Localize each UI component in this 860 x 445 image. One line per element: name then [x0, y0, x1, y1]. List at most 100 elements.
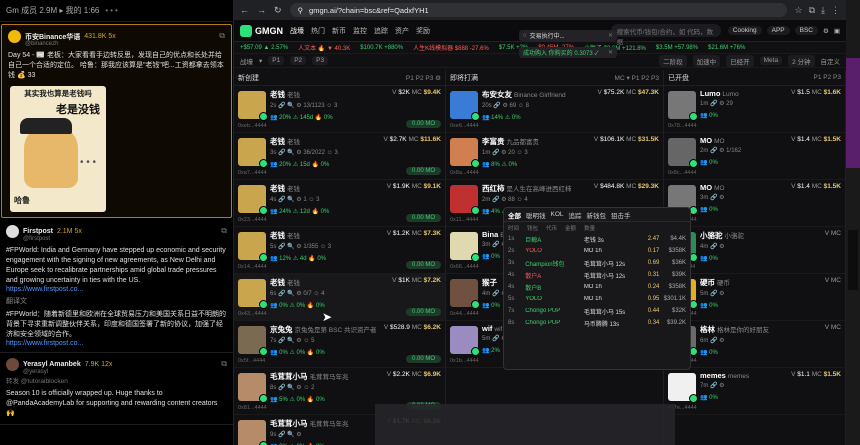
- post-image-meme[interactable]: 其实我也算是老钱吗 老是没钱 • • • 哈鲁: [10, 86, 106, 212]
- back-icon[interactable]: ←: [240, 5, 249, 15]
- token-name[interactable]: 硬币 硬币: [700, 277, 821, 288]
- token-name[interactable]: 李富贵 九品都富贵: [482, 136, 590, 147]
- token-address[interactable]: 0xe6...4444: [450, 123, 479, 129]
- token-row[interactable]: 老钱 老钱 3s 🔗 🔍 ⚙ 36/2022 ☺ 3 👥 20% ⚠ 15d 🔥 0%…: [234, 133, 445, 180]
- token-image[interactable]: [238, 232, 268, 262]
- wallet-icon[interactable]: ▣: [834, 27, 840, 35]
- popup-tab[interactable]: 新钱包: [587, 210, 607, 220]
- filter-stage2[interactable]: 二阶段: [659, 54, 687, 67]
- token-name[interactable]: 毛茸茸小马 毛茸茸马年兆: [270, 418, 383, 429]
- feed-post-firstpost[interactable]: ⧉ Firstpost 2.1M 5x @firstpost #FPWorld:…: [0, 220, 233, 353]
- token-name[interactable]: 格林 格林是你的好朋友: [700, 324, 821, 335]
- quick-buy-button[interactable]: 0.00 MO: [405, 214, 441, 222]
- trade-row[interactable]: 8s Chongo PUP 马币腾腾 13s 0.34 $39.2K: [504, 317, 690, 329]
- feed-post-yerasyl[interactable]: ⧉ Yerasyl Amanbek 7.9K 12x @yerasyl 转发 @…: [0, 353, 233, 425]
- post-author[interactable]: Firstpost: [23, 228, 53, 235]
- token-row[interactable]: 老钱 老钱 5s 🔗 🔍 ⚙ 1/355 ☺ 3 👥 12% ⚠ 4d 🔥 0% V $…: [234, 227, 445, 274]
- token-address[interactable]: 0x1b...4444: [450, 358, 479, 364]
- external-link-icon[interactable]: ⧉: [221, 359, 227, 369]
- filter-custom[interactable]: 自定义: [821, 56, 841, 66]
- token-address[interactable]: 0xa7...4444: [238, 170, 267, 176]
- token-image[interactable]: [238, 138, 268, 168]
- reload-icon[interactable]: ↻: [274, 5, 282, 16]
- token-image[interactable]: [450, 326, 480, 356]
- token-address[interactable]: 0x14...4444: [238, 264, 267, 270]
- popup-tab[interactable]: 狙击手: [611, 210, 631, 220]
- token-address[interactable]: 0x81...4444: [238, 405, 267, 411]
- nav-rewards[interactable]: 奖励: [416, 26, 430, 36]
- token-row[interactable]: memes memes 7m 🔗 ⚙ 👥 0% V $1.1 MC $1.5K 0x7e.…: [664, 368, 845, 415]
- token-image[interactable]: [450, 138, 480, 168]
- token-row[interactable]: Lumo Lumo 1m 🔗 ⚙ 29 👥 0% V $1.5 MC $1.6K 0x78…: [664, 86, 845, 133]
- ticker-item[interactable]: $21.6M +76%: [708, 45, 745, 51]
- more-icon[interactable]: •••: [105, 6, 119, 15]
- token-name[interactable]: 京兔兔 京兔兔是第 BSC 共识资产者: [270, 324, 380, 335]
- post-author[interactable]: 币安Binance华语: [25, 32, 80, 42]
- filter-accel[interactable]: 加速中: [692, 54, 721, 67]
- token-name[interactable]: 老钱 老钱: [270, 136, 380, 147]
- ticker-item[interactable]: $100.7K +880%: [360, 45, 403, 51]
- token-image[interactable]: [238, 185, 268, 215]
- token-address[interactable]: 0x66...4444: [450, 264, 479, 270]
- token-row[interactable]: 格林格林是你的好朋友6m 🔗 ⚙👥 0%V MC 0x5d...4444: [664, 321, 845, 368]
- token-image[interactable]: [450, 185, 480, 215]
- token-name[interactable]: 老钱 老钱: [270, 230, 383, 241]
- token-name[interactable]: 老钱 老钱: [270, 277, 388, 288]
- trade-wallet[interactable]: Champion钱包: [525, 259, 580, 268]
- token-image[interactable]: [238, 279, 268, 309]
- token-row[interactable]: 老钱 老钱 2s 🔗 🔍 ⚙ 13/1123 ☺ 3 👥 20% ⚠ 145d 🔥 0…: [234, 86, 445, 133]
- chain-select[interactable]: BSC: [794, 26, 819, 35]
- trade-wallet[interactable]: YOLO: [525, 296, 580, 302]
- nav-trending[interactable]: 热门: [311, 26, 325, 36]
- external-link-icon[interactable]: ⧉: [221, 226, 227, 236]
- quick-buy-button[interactable]: 0.00 MO: [405, 355, 441, 363]
- ticker-item[interactable]: 人生K线模拟器 $888 -27.6%: [413, 43, 489, 52]
- token-name[interactable]: 布安女友 Binance Girlfriend: [482, 89, 594, 100]
- token-address[interactable]: 0x44...4444: [450, 311, 479, 317]
- token-row[interactable]: 老钱 老钱 6s 🔗 🔍 ⚙ 0/7 ☺ 4 👥 0% ⚠ 0% 🔥 0% V $1K …: [234, 274, 445, 321]
- nav-new[interactable]: 新币: [332, 26, 346, 36]
- external-link-icon[interactable]: ⧉: [219, 31, 225, 41]
- trade-row[interactable]: 4s 散户A 毛茸茸小马 12s 0.31 $39K: [504, 269, 690, 281]
- filter-trenches[interactable]: 战壕: [240, 56, 253, 66]
- ticker-item[interactable]: 人文本 🔥 ▼ 40.3K: [298, 43, 350, 52]
- forward-icon[interactable]: →: [257, 5, 266, 15]
- close-icon[interactable]: ✕: [608, 49, 613, 56]
- token-image[interactable]: [238, 91, 268, 121]
- token-row[interactable]: 京兔兔 京兔兔是第 BSC 共识资产者 7s 🔗 🔍 ⚙ ☺ 5 👥 0% ⚠ 0% …: [234, 321, 445, 368]
- column-filters[interactable]: P1 P2 P3: [814, 74, 841, 81]
- download-icon[interactable]: ⤓: [821, 5, 825, 16]
- filter-meta[interactable]: Meta: [759, 56, 783, 65]
- popup-tab[interactable]: 全部: [508, 210, 521, 220]
- quick-buy-button[interactable]: 0.00 MO: [405, 120, 441, 128]
- token-address[interactable]: 0x78...4444: [668, 123, 697, 129]
- token-name[interactable]: MO MO: [700, 183, 787, 192]
- token-row[interactable]: 小骆驼小骆驼4m 🔗 ⚙👥 0%V MC 0x9f...4444: [664, 227, 845, 274]
- filter-dropdown[interactable]: ▾: [259, 57, 262, 65]
- trade-row[interactable]: 3s Champion钱包 毛茸茸小马 12s 0.69 $36K: [504, 257, 690, 269]
- token-image[interactable]: [450, 232, 480, 262]
- feed-post-binance[interactable]: ⧉ 币安Binance华语 431.8K 5x @binancezh Day 5…: [1, 24, 232, 218]
- trade-row[interactable]: 5s YOLO MO 1h 0.95 $301.1K: [504, 293, 690, 305]
- token-image[interactable]: [238, 373, 268, 403]
- column-filters[interactable]: P1 P2 P3 ⚙: [406, 74, 441, 82]
- post-author[interactable]: Yerasyl Amanbek: [23, 361, 81, 368]
- trade-wallet[interactable]: 散户B: [525, 283, 580, 292]
- token-address[interactable]: 0x8c...4444: [668, 170, 696, 176]
- app-button[interactable]: APP: [766, 26, 790, 35]
- quick-buy-button[interactable]: 0.00 MO: [405, 308, 441, 316]
- token-address[interactable]: 0x5f...4444: [238, 358, 265, 364]
- token-row[interactable]: MO MO 2m 🔗 ⚙ 1/162 👥 0% V $1.4 MC $1.5K 0x8c.…: [664, 133, 845, 180]
- trade-wallet[interactable]: 巨鲸A: [525, 235, 580, 244]
- token-image[interactable]: [238, 326, 268, 356]
- token-address[interactable]: 0x43...4444: [238, 311, 267, 317]
- trade-row[interactable]: 2s YOLO MO 1h 0.17 $358K: [504, 245, 690, 257]
- token-row[interactable]: MOMO3m 🔗 ⚙👥 0%V $1.4 MC $1.5K0x31...4444: [664, 180, 845, 227]
- nav-assets[interactable]: 资产: [395, 26, 409, 36]
- trade-wallet[interactable]: Chongo PUP: [525, 308, 580, 314]
- token-address[interactable]: 0x23...4444: [238, 217, 267, 223]
- extensions-icon[interactable]: ⧉: [809, 5, 815, 16]
- token-image[interactable]: [238, 420, 268, 445]
- filter-open[interactable]: 已经开: [726, 54, 754, 67]
- filter-p1[interactable]: P1: [268, 56, 285, 65]
